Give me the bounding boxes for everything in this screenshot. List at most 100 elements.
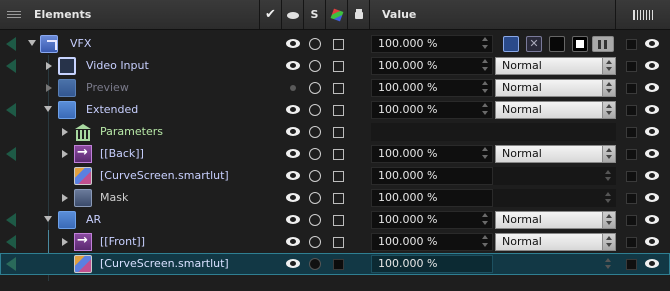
expand-arrow-icon[interactable] — [62, 150, 68, 158]
collapse-arrow-icon[interactable] — [44, 216, 52, 222]
opacity-spinner[interactable] — [481, 102, 490, 118]
blend-mode-select[interactable]: Normal — [495, 233, 616, 251]
row-checkbox[interactable] — [626, 259, 637, 270]
eye-icon[interactable] — [286, 237, 300, 246]
lock-toggle[interactable] — [333, 259, 344, 270]
render-mode-icon[interactable] — [503, 36, 519, 52]
eye-icon[interactable] — [645, 215, 659, 224]
opacity-spinner[interactable] — [481, 58, 490, 74]
row-checkbox[interactable] — [626, 171, 637, 182]
solo-toggle[interactable] — [309, 104, 321, 116]
expand-arrow-icon[interactable] — [46, 62, 52, 70]
opacity-field[interactable]: 100.000 % — [371, 211, 493, 229]
color-column-header[interactable] — [326, 0, 348, 29]
opacity-field[interactable]: 100.000 % — [371, 145, 493, 163]
lock-column-header[interactable] — [348, 0, 370, 29]
select-arrows-icon[interactable] — [602, 212, 615, 228]
fold-marker-icon[interactable] — [6, 103, 16, 117]
row-checkbox[interactable] — [626, 83, 637, 94]
solo-toggle[interactable] — [309, 236, 321, 248]
fold-marker-icon[interactable] — [6, 59, 16, 73]
select-arrows-icon[interactable] — [602, 102, 615, 118]
lock-toggle[interactable] — [333, 237, 344, 248]
cross-mode-icon[interactable]: ✕ — [526, 36, 542, 52]
lock-toggle[interactable] — [333, 105, 344, 116]
row-checkbox[interactable] — [626, 215, 637, 226]
list-item[interactable]: Parameters — [0, 121, 670, 143]
lock-toggle[interactable] — [333, 83, 344, 94]
list-item[interactable]: [[Front]] 100.000 % Normal — [0, 231, 670, 253]
blend-mode-select[interactable]: Normal — [495, 79, 616, 97]
list-item[interactable]: Mask 100.000 % — [0, 187, 670, 209]
eye-icon[interactable] — [645, 127, 659, 136]
lock-toggle[interactable] — [333, 171, 344, 182]
blend-mode-select[interactable]: Normal — [495, 145, 616, 163]
solo-toggle[interactable] — [309, 170, 321, 182]
opacity-field[interactable]: 100.000 % — [371, 189, 493, 207]
opacity-spinner[interactable] — [481, 80, 490, 96]
eye-icon[interactable] — [645, 259, 659, 268]
value-column-header[interactable]: Value — [370, 0, 616, 29]
expand-arrow-icon[interactable] — [62, 194, 68, 202]
list-item[interactable]: AR 100.000 % Normal — [0, 209, 670, 231]
split-view-icon[interactable] — [592, 36, 614, 52]
eye-icon[interactable] — [286, 105, 300, 114]
eye-icon[interactable] — [645, 83, 659, 92]
lock-toggle[interactable] — [333, 61, 344, 72]
expand-arrow-icon[interactable] — [46, 84, 52, 92]
opacity-field[interactable]: 100.000 % — [371, 35, 493, 53]
lock-toggle[interactable] — [333, 127, 344, 138]
eye-icon[interactable] — [286, 259, 300, 268]
eye-icon[interactable] — [645, 237, 659, 246]
list-item[interactable]: [[Back]] 100.000 % Normal — [0, 143, 670, 165]
row-checkbox[interactable] — [626, 149, 637, 160]
lock-toggle[interactable] — [333, 215, 344, 226]
eye-icon[interactable] — [645, 149, 659, 158]
solo-toggle[interactable] — [309, 192, 321, 204]
opacity-field[interactable]: 100.000 % — [371, 255, 493, 273]
collapse-arrow-icon[interactable] — [28, 40, 36, 46]
solo-toggle[interactable] — [309, 38, 321, 50]
select-arrows-icon[interactable] — [602, 80, 615, 96]
eye-icon[interactable] — [286, 215, 300, 224]
blend-mode-select[interactable]: Normal — [495, 101, 616, 119]
solo-toggle[interactable] — [309, 82, 321, 94]
row-checkbox[interactable] — [626, 237, 637, 248]
fold-marker-icon[interactable] — [6, 147, 16, 161]
solo-toggle[interactable] — [309, 214, 321, 226]
eye-icon[interactable] — [645, 39, 659, 48]
solo-column-header[interactable]: S — [304, 0, 326, 29]
list-item[interactable]: Preview 100.000 % Normal — [0, 77, 670, 99]
eye-icon[interactable] — [286, 193, 300, 202]
solo-toggle[interactable] — [309, 148, 321, 160]
opacity-spinner[interactable] — [481, 36, 490, 52]
eye-icon[interactable] — [645, 105, 659, 114]
expand-arrow-icon[interactable] — [62, 238, 68, 246]
list-item[interactable]: Extended 100.000 % Normal — [0, 99, 670, 121]
list-item[interactable]: [CurveScreen.smartlut] 100.000 % — [0, 165, 670, 187]
opacity-field[interactable]: 100.000 % — [371, 57, 493, 75]
row-checkbox[interactable] — [626, 105, 637, 116]
black-bg-icon[interactable] — [549, 36, 565, 52]
opacity-spinner[interactable] — [481, 212, 490, 228]
collapse-arrow-icon[interactable] — [44, 106, 52, 112]
eye-icon[interactable] — [286, 39, 300, 48]
hidden-dot-icon[interactable] — [290, 85, 296, 91]
lock-toggle[interactable] — [333, 193, 344, 204]
solo-toggle[interactable] — [309, 258, 321, 270]
opacity-field[interactable]: 100.000 % — [371, 167, 493, 185]
list-item-selected[interactable]: [CurveScreen.smartlut] 100.000 % — [0, 253, 670, 275]
solo-toggle[interactable] — [309, 60, 321, 72]
fold-marker-icon[interactable] — [6, 257, 16, 271]
opacity-field[interactable]: 100.000 % — [371, 101, 493, 119]
fold-marker-icon[interactable] — [6, 37, 16, 51]
fold-marker-icon[interactable] — [6, 235, 16, 249]
select-arrows-icon[interactable] — [602, 58, 615, 74]
eye-icon[interactable] — [286, 61, 300, 70]
blend-mode-select[interactable]: Normal — [495, 211, 616, 229]
row-checkbox[interactable] — [626, 61, 637, 72]
list-item[interactable]: VFX 100.000 % ✕ — [0, 33, 670, 55]
expand-arrow-icon[interactable] — [62, 128, 68, 136]
solo-toggle[interactable] — [309, 126, 321, 138]
fold-marker-icon[interactable] — [6, 213, 16, 227]
